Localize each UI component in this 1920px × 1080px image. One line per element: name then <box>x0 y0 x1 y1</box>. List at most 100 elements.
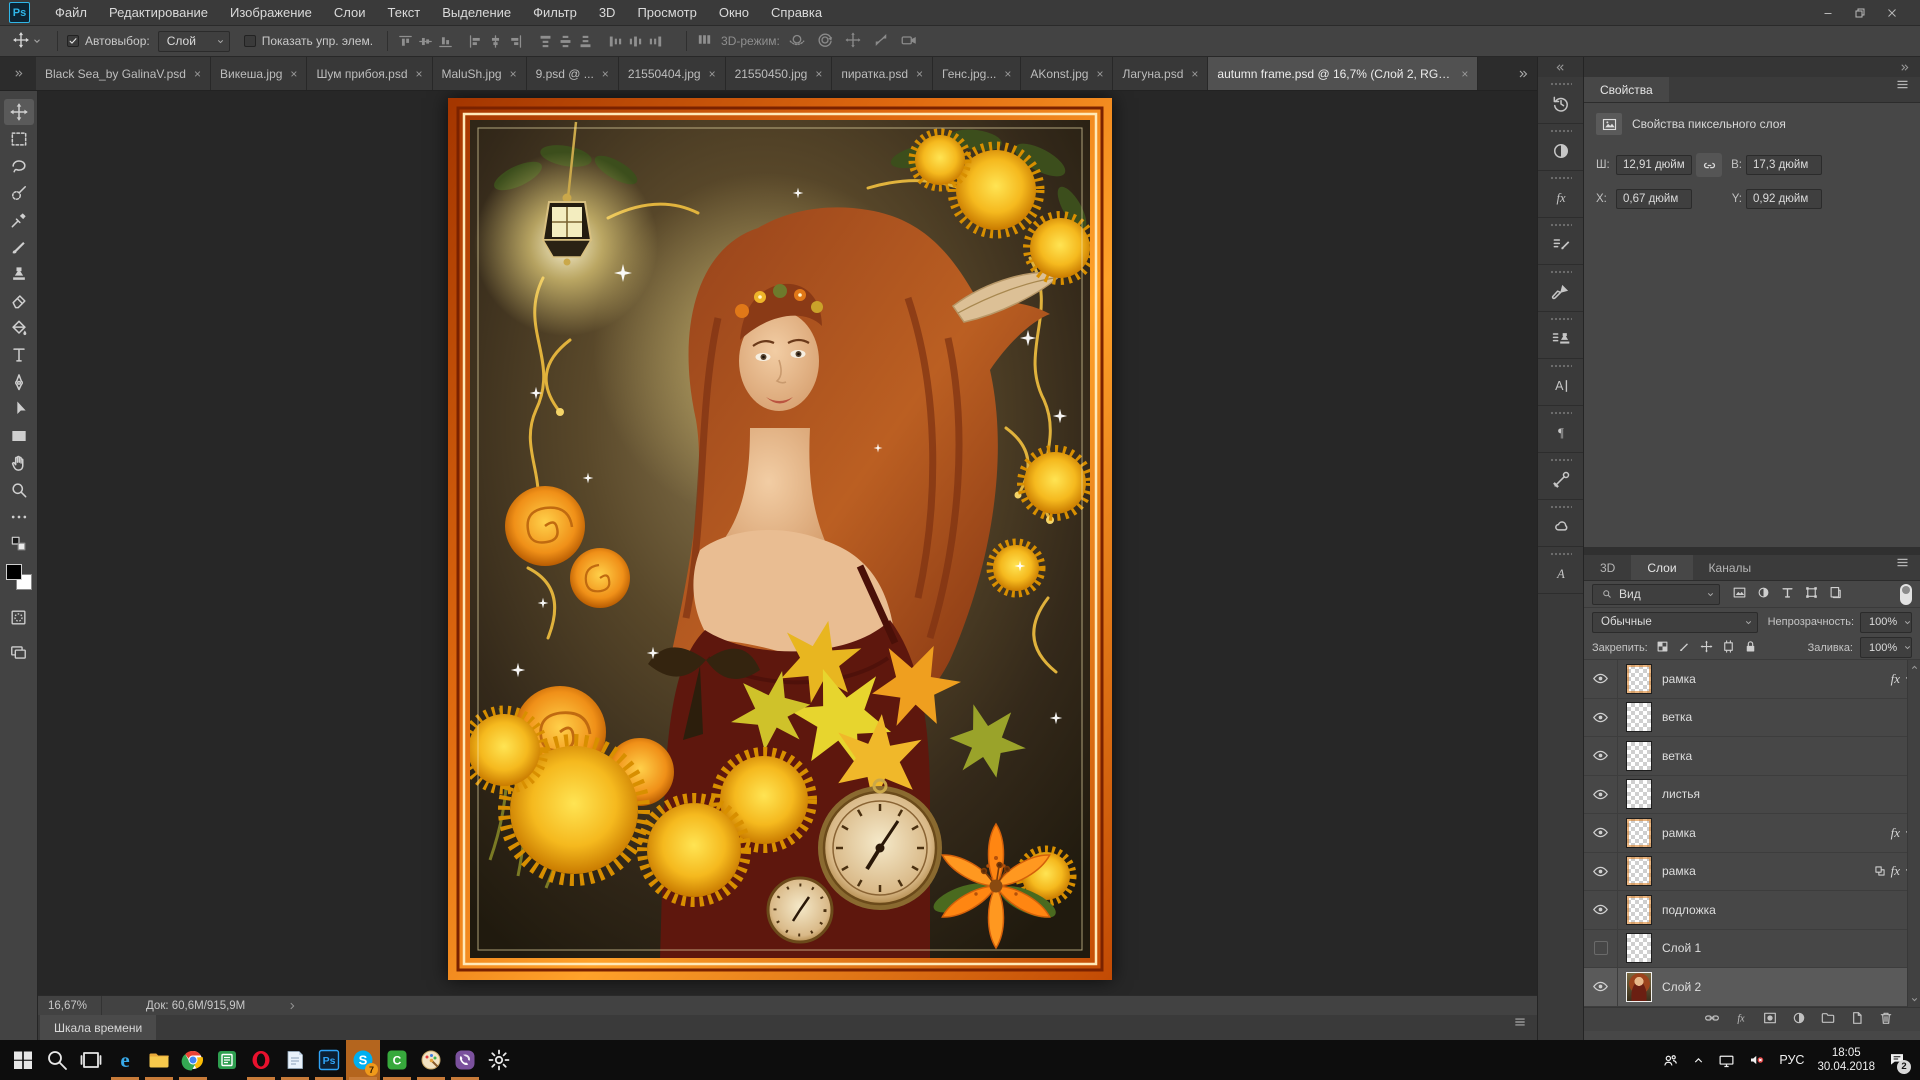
align-bottom-button[interactable] <box>437 33 454 50</box>
timeline-tab[interactable]: Шкала времени <box>40 1015 156 1040</box>
taskbar-camtasia[interactable]: C <box>380 1040 414 1080</box>
document-tab-10[interactable]: Лагуна.psd × <box>1113 57 1208 90</box>
filter-type-button[interactable] <box>1780 585 1795 603</box>
layer-visibility-toggle[interactable] <box>1584 814 1618 852</box>
show-controls-checkbox[interactable] <box>244 35 256 47</box>
taskbar-settings[interactable] <box>482 1040 516 1080</box>
layer-name[interactable]: рамка <box>1662 672 1696 686</box>
layer-name[interactable]: Слой 2 <box>1662 980 1701 994</box>
close-tab-icon[interactable]: × <box>709 68 716 80</box>
panel-clone-source[interactable] <box>1542 324 1580 354</box>
restore-button[interactable] <box>1846 3 1874 23</box>
panel-libraries[interactable] <box>1542 512 1580 542</box>
layer-visibility-toggle[interactable] <box>1584 853 1618 891</box>
clone-stamp-tool[interactable] <box>4 261 34 287</box>
autoselect-checkbox[interactable] <box>67 35 79 47</box>
close-tab-icon[interactable]: × <box>1191 68 1198 80</box>
layer-thumbnail[interactable] <box>1626 702 1652 732</box>
layer-visibility-toggle[interactable] <box>1584 660 1618 698</box>
mask-button[interactable] <box>1762 1010 1778 1029</box>
layer-row-7[interactable]: Слой 1 <box>1584 930 1920 969</box>
layer-row-5[interactable]: рамка fx <box>1584 853 1920 892</box>
layer-row-8[interactable]: Слой 2 <box>1584 968 1920 1007</box>
layer-name[interactable]: ветка <box>1662 749 1692 763</box>
layer-fx-badge[interactable]: fx <box>1891 825 1900 841</box>
filter-pixel-button[interactable] <box>1732 585 1747 603</box>
menu-item-10[interactable]: Справка <box>760 0 833 26</box>
layer-row-0[interactable]: рамка fx <box>1584 660 1920 699</box>
lock-all-button[interactable] <box>1743 639 1758 657</box>
distribute-top-button[interactable] <box>537 33 554 50</box>
distribute-left-button[interactable] <box>607 33 624 50</box>
taskbar-search[interactable] <box>40 1040 74 1080</box>
more-tools[interactable] <box>4 504 34 530</box>
taskbar-explorer[interactable] <box>142 1040 176 1080</box>
close-tab-icon[interactable]: × <box>1096 68 1103 80</box>
path-selection-tool[interactable] <box>4 396 34 422</box>
layer-visibility-toggle[interactable] <box>1584 930 1618 968</box>
layer-thumbnail[interactable] <box>1626 972 1652 1002</box>
layer-thumbnail[interactable] <box>1626 779 1652 809</box>
layer-name[interactable]: Слой 1 <box>1662 941 1701 955</box>
document-tab-7[interactable]: пиратка.psd × <box>832 57 933 90</box>
blend-mode-select[interactable]: Обычные <box>1592 612 1758 633</box>
pen-tool[interactable] <box>4 369 34 395</box>
document-tab-0[interactable]: Black Sea_by GalinaV.psd × <box>36 57 211 90</box>
taskbar-opera[interactable] <box>244 1040 278 1080</box>
close-tab-icon[interactable]: × <box>916 68 923 80</box>
panel-styles[interactable]: fx <box>1542 183 1580 213</box>
layer-row-1[interactable]: ветка <box>1584 699 1920 738</box>
menu-item-3[interactable]: Слои <box>323 0 377 26</box>
autoselect-target-select[interactable]: Слой <box>158 31 230 52</box>
panel-brush-settings[interactable] <box>1542 230 1580 260</box>
panel-brushes[interactable] <box>1542 277 1580 307</box>
layer-name[interactable]: рамка <box>1662 826 1696 840</box>
menu-item-9[interactable]: Окно <box>708 0 760 26</box>
layer-row-3[interactable]: листья <box>1584 776 1920 815</box>
tab-properties[interactable]: Свойства <box>1584 77 1669 102</box>
document-tab-5[interactable]: 21550404.jpg × <box>619 57 726 90</box>
distribute-middle-button[interactable] <box>557 33 574 50</box>
align-right-button[interactable] <box>507 33 524 50</box>
people-icon[interactable] <box>1662 1052 1679 1069</box>
distribute-bottom-button[interactable] <box>577 33 594 50</box>
document-tab-3[interactable]: MaluSh.jpg × <box>433 57 527 90</box>
document-tab-8[interactable]: Генс.jpg... × <box>933 57 1021 90</box>
move-tool[interactable] <box>4 99 34 125</box>
taskbar-viber[interactable] <box>448 1040 482 1080</box>
chevron-down-icon[interactable] <box>32 36 42 46</box>
close-button[interactable] <box>1878 3 1906 23</box>
lock-move-button[interactable] <box>1699 639 1714 657</box>
layer-row-4[interactable]: рамка fx <box>1584 814 1920 853</box>
tab-channels[interactable]: Каналы <box>1693 555 1768 580</box>
align-top-button[interactable] <box>397 33 414 50</box>
filter-smart-button[interactable] <box>1828 585 1843 603</box>
layer-fx-badge[interactable]: fx <box>1891 671 1900 687</box>
document-tab-11[interactable]: autumn frame.psd @ 16,7% (Слой 2, RGB/8#… <box>1208 57 1478 90</box>
width-field[interactable]: 12,91 дюйм <box>1616 155 1692 175</box>
layer-fx-badge[interactable]: fx <box>1891 863 1900 879</box>
x-field[interactable]: 0,67 дюйм <box>1616 189 1692 209</box>
document-tab-9[interactable]: AKonst.jpg × <box>1021 57 1113 90</box>
layer-visibility-toggle[interactable] <box>1584 891 1618 929</box>
foreground-color-swatch[interactable] <box>6 564 22 580</box>
folder-button[interactable] <box>1820 1010 1836 1029</box>
close-tab-icon[interactable]: × <box>602 68 609 80</box>
layer-thumbnail[interactable] <box>1626 818 1652 848</box>
panel-menu-icon[interactable] <box>1895 77 1910 92</box>
fill-field[interactable]: 100% <box>1860 637 1912 658</box>
document-tab-6[interactable]: 21550450.jpg × <box>726 57 833 90</box>
color-swatches[interactable] <box>6 564 32 590</box>
layer-visibility-toggle[interactable] <box>1584 699 1618 737</box>
document-tab-1[interactable]: Викеша.jpg × <box>211 57 307 90</box>
panel-tool-presets[interactable] <box>1542 465 1580 495</box>
layer-visibility-toggle[interactable] <box>1584 737 1618 775</box>
layer-row-2[interactable]: ветка <box>1584 737 1920 776</box>
marquee-tool[interactable] <box>4 126 34 152</box>
hand-tool[interactable] <box>4 450 34 476</box>
layer-name[interactable]: ветка <box>1662 710 1692 724</box>
3d-camera-button[interactable] <box>900 31 918 52</box>
close-tab-icon[interactable]: × <box>815 68 822 80</box>
layer-thumbnail[interactable] <box>1626 895 1652 925</box>
align-middle-button[interactable] <box>417 33 434 50</box>
